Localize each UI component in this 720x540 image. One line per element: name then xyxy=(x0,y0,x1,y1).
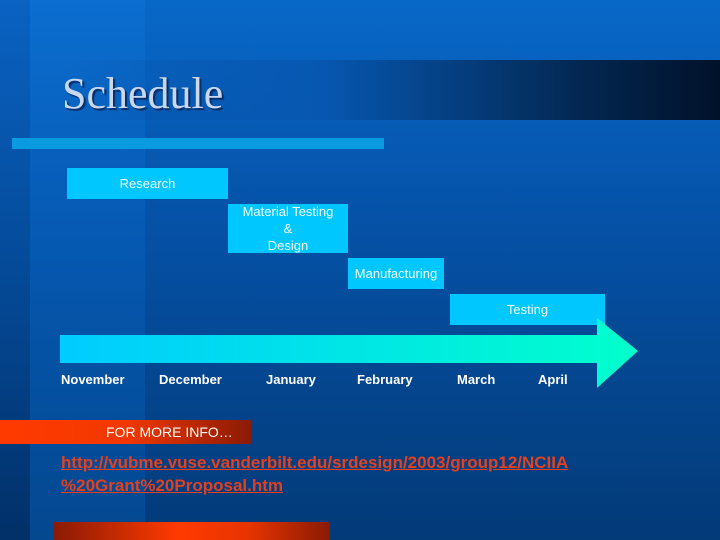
month-label: December xyxy=(159,372,222,387)
more-info-link[interactable]: http://vubme.vuse.vanderbilt.edu/srdesig… xyxy=(61,451,681,497)
month-label: March xyxy=(457,372,496,387)
bottom-accent-bar xyxy=(54,522,330,540)
info-label: FOR MORE INFO… xyxy=(106,424,233,440)
month-label: November xyxy=(61,372,125,387)
month-label: April xyxy=(538,372,568,387)
month-label: February xyxy=(357,372,413,387)
month-label: January xyxy=(266,372,316,387)
